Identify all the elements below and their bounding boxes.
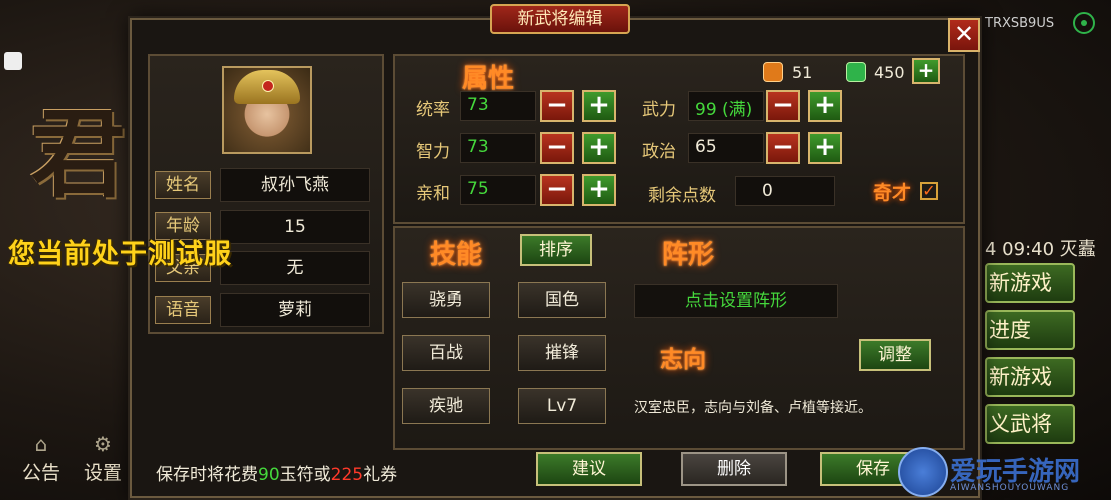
menu-new-game-button[interactable]: 新游戏: [985, 263, 1075, 303]
adjust-ambition-button[interactable]: 调整: [859, 339, 931, 371]
menu-custom-general-button[interactable]: 义武将: [985, 404, 1075, 444]
bulletin-label: 公告: [21, 462, 60, 484]
stat-label-charisma: 亲和: [416, 184, 450, 204]
stat-value-politics: 65: [695, 137, 717, 157]
watermark-icon: [898, 447, 948, 497]
jade-cost: 90: [258, 465, 280, 485]
politics-minus-button[interactable]: −: [766, 132, 800, 164]
jade-count: 450: [874, 63, 905, 82]
menu-progress-button[interactable]: 进度: [985, 310, 1075, 350]
save-cost-text: 保存时将花费90玉符或225礼券: [156, 460, 397, 485]
remaining-points-label: 剩余点数: [648, 186, 716, 206]
dialog-title: 新武将编辑: [490, 4, 630, 34]
skill-slot-3[interactable]: 百战: [402, 335, 490, 371]
voice-label: 语音: [155, 296, 211, 324]
stat-label-command: 统率: [416, 100, 450, 120]
bulletin-button[interactable]: ⌂ 公告: [16, 432, 66, 485]
gear-icon: ⚙: [94, 432, 112, 456]
attributes-title: 属性: [462, 64, 515, 94]
skill-slot-2[interactable]: 国色: [518, 282, 606, 318]
test-server-banner: 您当前处于测试服: [8, 239, 232, 270]
sort-button[interactable]: 排序: [520, 234, 592, 266]
suggest-button[interactable]: 建议: [536, 452, 642, 486]
voice-value[interactable]: 萝莉: [220, 293, 370, 327]
background-time: 4 09:40 灭蠹: [985, 239, 1096, 260]
father-value[interactable]: 无: [220, 251, 370, 285]
name-label: 姓名: [155, 171, 211, 199]
stat-value-charisma: 75: [467, 179, 489, 199]
general-portrait[interactable]: [222, 66, 312, 154]
set-formation-button[interactable]: 点击设置阵形: [634, 284, 838, 318]
skill-slot-5[interactable]: 疾驰: [402, 388, 490, 424]
ambition-description: 汉室忠臣，志向与刘备、卢植等接近。: [634, 400, 872, 416]
signal-icon: [1073, 12, 1095, 34]
command-plus-button[interactable]: +: [582, 90, 616, 122]
cost-suffix: 礼券: [363, 465, 398, 485]
menu-new-game-2-button[interactable]: 新游戏: [985, 357, 1075, 397]
age-value[interactable]: 15: [220, 210, 370, 244]
genius-checkbox[interactable]: ✓: [920, 182, 938, 200]
command-minus-button[interactable]: −: [540, 90, 574, 122]
genius-label: 奇才: [873, 182, 912, 204]
intelligence-minus-button[interactable]: −: [540, 132, 574, 164]
token-icon: [763, 62, 783, 82]
user-code: TRXSB9US: [985, 16, 1055, 31]
watermark-logo: 爱玩手游网 AIWANSHOUYOUWANG: [870, 445, 1110, 500]
politics-plus-button[interactable]: +: [808, 132, 842, 164]
add-jade-button[interactable]: +: [912, 58, 940, 84]
stat-label-force: 武力: [642, 100, 676, 120]
gem-icon: [262, 80, 274, 92]
stat-value-force: 99 (满): [695, 100, 753, 120]
ambition-title: 志向: [660, 347, 706, 373]
intelligence-plus-button[interactable]: +: [582, 132, 616, 164]
watermark-subtext: AIWANSHOUYOUWANG: [950, 483, 1070, 493]
stat-value-command: 73: [467, 95, 489, 115]
cost-prefix: 保存时将花费: [156, 465, 258, 485]
settings-label: 设置: [83, 462, 122, 484]
stat-label-politics: 政治: [642, 142, 676, 162]
settings-button[interactable]: ⚙ 设置: [78, 432, 128, 485]
stat-label-intelligence: 智力: [416, 142, 450, 162]
remaining-points-field: [735, 176, 835, 206]
bulletin-icon: ⌂: [34, 432, 48, 456]
delete-button[interactable]: 删除: [681, 452, 787, 486]
puzzle-icon: [4, 52, 22, 70]
formation-title: 阵形: [662, 240, 715, 270]
charisma-minus-button[interactable]: −: [540, 174, 574, 206]
bottom-toolbar: ⌂ 公告 ⚙ 设置: [16, 432, 128, 485]
remaining-points-value: 0: [762, 181, 773, 201]
cost-mid: 玉符或: [279, 465, 331, 485]
skill-level[interactable]: Lv7: [518, 388, 606, 424]
skill-slot-4[interactable]: 摧锋: [518, 335, 606, 371]
close-button[interactable]: ✕: [948, 18, 980, 52]
name-value[interactable]: 叔孙飞燕: [220, 168, 370, 202]
token-count: 51: [792, 63, 813, 82]
skills-title: 技能: [430, 240, 483, 270]
skill-slot-1[interactable]: 骁勇: [402, 282, 490, 318]
coupon-cost: 225: [330, 465, 364, 485]
charisma-plus-button[interactable]: +: [582, 174, 616, 206]
force-minus-button[interactable]: −: [766, 90, 800, 122]
stat-value-intelligence: 73: [467, 137, 489, 157]
force-plus-button[interactable]: +: [808, 90, 842, 122]
jade-icon: [846, 62, 866, 82]
